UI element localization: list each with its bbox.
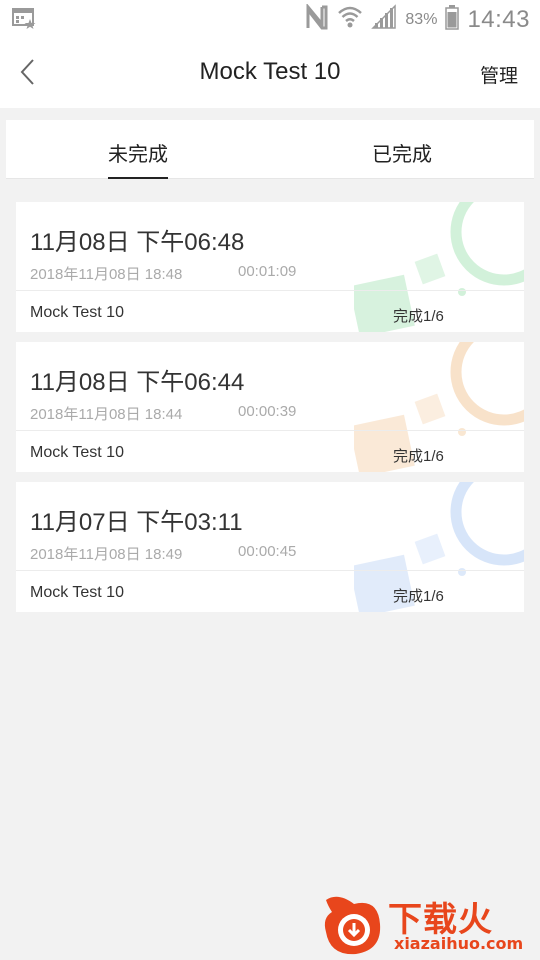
record-duration: 00:00:39 xyxy=(238,403,297,420)
wifi-icon xyxy=(337,4,363,35)
record-date: 2018年11月08日 18:49 xyxy=(30,546,183,563)
tab-bar: 未完成 已完成 xyxy=(6,120,534,179)
watermark-url: xiazaihuo.com xyxy=(394,934,524,953)
tab-incomplete[interactable]: 未完成 xyxy=(6,120,270,179)
battery-icon xyxy=(445,4,460,35)
page-title: Mock Test 10 xyxy=(199,58,341,85)
record-duration: 00:00:45 xyxy=(238,543,297,560)
divider xyxy=(16,430,524,431)
record-card[interactable]: 11月08日 下午06:48 2018年11月08日 18:48 00:01:0… xyxy=(16,202,524,332)
record-title: 11月08日 下午06:44 xyxy=(30,369,245,396)
record-test-name: Mock Test 10 xyxy=(30,444,124,461)
watermark-logo: 下载火 xiazaihuo.com xyxy=(318,888,540,960)
record-date: 2018年11月08日 18:48 xyxy=(30,266,183,283)
record-title: 11月07日 下午03:11 xyxy=(30,509,243,536)
screenshot-icon xyxy=(12,8,36,35)
divider xyxy=(16,570,524,571)
record-progress: 完成1/6 xyxy=(393,448,444,465)
record-title: 11月08日 下午06:48 xyxy=(30,229,245,256)
nfc-icon xyxy=(305,2,329,35)
signal-icon xyxy=(371,4,397,35)
record-card[interactable]: 11月08日 下午06:44 2018年11月08日 18:44 00:00:3… xyxy=(16,342,524,472)
record-test-name: Mock Test 10 xyxy=(30,584,124,601)
divider xyxy=(16,290,524,291)
status-bar: 83% 14:43 xyxy=(0,0,540,38)
status-time: 14:43 xyxy=(467,5,530,33)
battery-percent: 83% xyxy=(405,10,438,28)
manage-button[interactable]: 管理 xyxy=(480,61,518,88)
flame-logo-icon xyxy=(324,896,381,955)
tab-completed[interactable]: 已完成 xyxy=(270,120,534,178)
record-card[interactable]: 11月07日 下午03:11 2018年11月08日 18:49 00:00:4… xyxy=(16,482,524,612)
record-duration: 00:01:09 xyxy=(238,263,297,280)
tab-completed-label: 已完成 xyxy=(372,144,432,166)
record-test-name: Mock Test 10 xyxy=(30,304,124,321)
app-header: Mock Test 10 管理 xyxy=(0,38,540,108)
record-progress: 完成1/6 xyxy=(393,588,444,605)
record-date: 2018年11月08日 18:44 xyxy=(30,406,183,423)
tab-incomplete-label: 未完成 xyxy=(108,120,168,179)
record-list: 11月08日 下午06:48 2018年11月08日 18:48 00:01:0… xyxy=(16,202,524,622)
record-progress: 完成1/6 xyxy=(393,308,444,325)
